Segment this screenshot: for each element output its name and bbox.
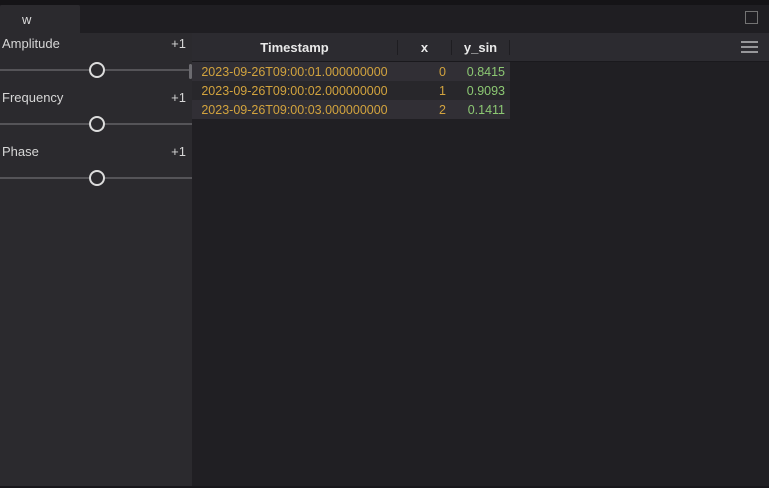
timestamp-cell: 2023-09-26T09:00:02.000000000 (192, 84, 397, 98)
table-panel: Timestamp x y_sin 2023-09-26T09:00:01.00… (192, 33, 769, 488)
slider-label-row: Phase +1 (0, 141, 192, 161)
slider-label-row: Amplitude +1 (0, 33, 192, 53)
table-header-row: Timestamp x y_sin (192, 33, 769, 62)
y-sin-cell: 0.9093 (451, 84, 510, 98)
frequency-label: Frequency (2, 90, 63, 105)
slider-group-phase: Phase +1 (0, 141, 192, 195)
controls-panel: Amplitude +1 Frequency +1 (0, 33, 192, 488)
frequency-value[interactable]: +1 (171, 90, 186, 105)
slider-label-row: Frequency +1 (0, 87, 192, 107)
phase-slider-handle[interactable] (89, 170, 105, 186)
hamburger-menu-icon[interactable] (741, 41, 758, 53)
tab-w[interactable]: w (0, 5, 80, 33)
slider-group-amplitude: Amplitude +1 (0, 33, 192, 87)
timestamp-cell: 2023-09-26T09:00:03.000000000 (192, 103, 397, 117)
app-window: w Amplitude +1 Frequency +1 (0, 0, 769, 488)
amplitude-slider-handle[interactable] (89, 62, 105, 78)
square-window-icon[interactable] (745, 11, 758, 24)
x-cell: 2 (397, 103, 451, 117)
table-body: 2023-09-26T09:00:01.000000000 0 0.8415 2… (192, 62, 510, 119)
amplitude-label: Amplitude (2, 36, 60, 51)
tab-bar: w (0, 5, 769, 33)
y-sin-cell: 0.8415 (451, 65, 510, 79)
frequency-slider (0, 107, 192, 141)
x-cell: 1 (397, 84, 451, 98)
tab-w-label: w (22, 12, 31, 27)
table-row: 2023-09-26T09:00:01.000000000 0 0.8415 (192, 62, 510, 81)
slider-group-frequency: Frequency +1 (0, 87, 192, 141)
content-area: Amplitude +1 Frequency +1 (0, 33, 769, 488)
panel-resize-grip[interactable] (189, 64, 192, 79)
y-sin-cell: 0.1411 (451, 103, 510, 117)
amplitude-value[interactable]: +1 (171, 36, 186, 51)
phase-label: Phase (2, 144, 39, 159)
phase-slider (0, 161, 192, 195)
column-header-x[interactable]: x (397, 40, 451, 55)
x-cell: 0 (397, 65, 451, 79)
amplitude-slider (0, 53, 192, 87)
frequency-slider-handle[interactable] (89, 116, 105, 132)
column-header-y-sin[interactable]: y_sin (451, 40, 510, 55)
table-row: 2023-09-26T09:00:03.000000000 2 0.1411 (192, 100, 510, 119)
phase-value[interactable]: +1 (171, 144, 186, 159)
column-header-timestamp[interactable]: Timestamp (192, 40, 397, 55)
table-row: 2023-09-26T09:00:02.000000000 1 0.9093 (192, 81, 510, 100)
timestamp-cell: 2023-09-26T09:00:01.000000000 (192, 65, 397, 79)
